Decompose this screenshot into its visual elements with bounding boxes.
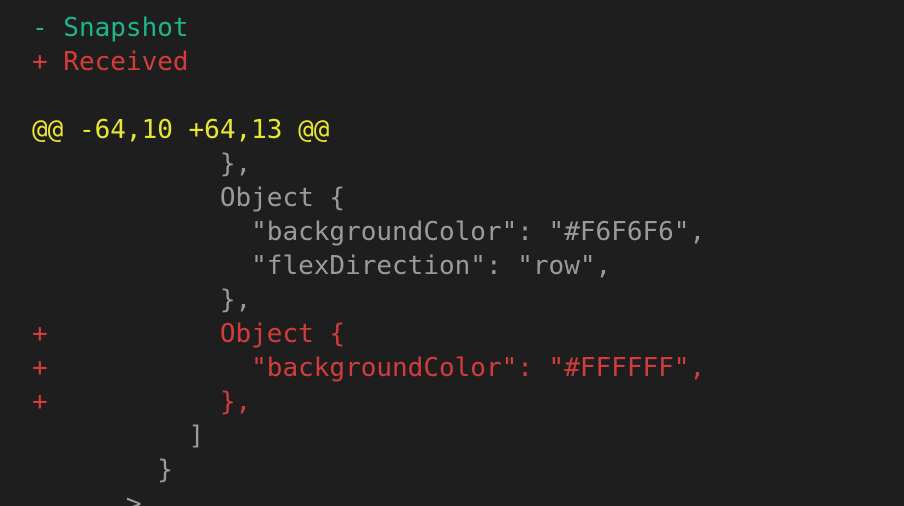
- diff-line-context: >: [32, 489, 142, 506]
- terminal-window: - Snapshot + Received @@ -64,10 +64,13 @…: [0, 0, 904, 506]
- received-legend: + Received: [32, 47, 189, 77]
- diff-line-context: },: [32, 285, 252, 315]
- diff-line-context: }: [32, 455, 173, 485]
- diff-line-context: Object {: [32, 183, 346, 213]
- diff-line-added: + Object {: [32, 319, 346, 349]
- hunk-header: @@ -64,10 +64,13 @@: [32, 115, 330, 145]
- diff-line-context: ]: [32, 421, 205, 451]
- diff-line-context: "backgroundColor": "#F6F6F6",: [32, 217, 706, 247]
- snapshot-legend: - Snapshot: [32, 13, 189, 43]
- diff-line-added: + },: [32, 387, 252, 417]
- diff-line-added: + "backgroundColor": "#FFFFFF",: [32, 353, 706, 383]
- diff-line-context: "flexDirection": "row",: [32, 251, 612, 281]
- diff-line-context: },: [32, 149, 252, 179]
